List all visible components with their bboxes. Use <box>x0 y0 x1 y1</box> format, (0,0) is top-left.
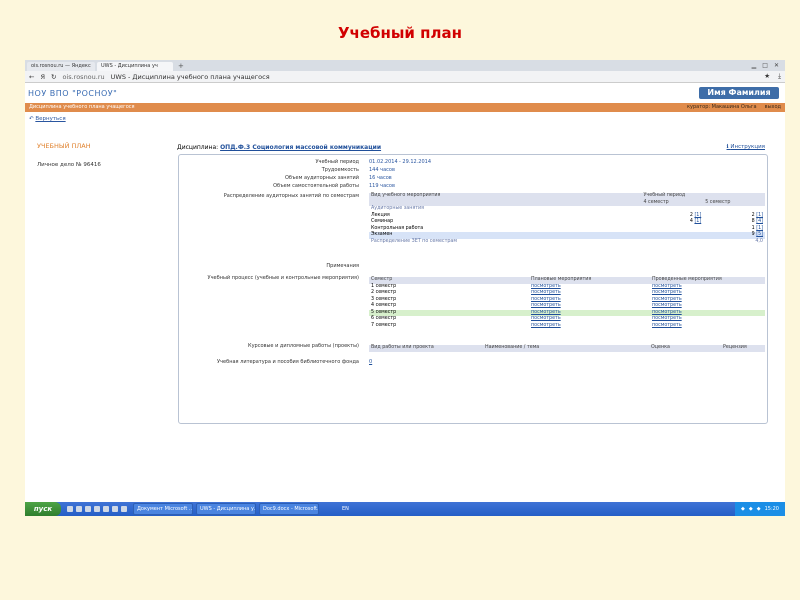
done-link[interactable]: посмотреть <box>652 303 682 308</box>
discipline-panel: Учебный период 01.02.2014 - 29.12.2014 Т… <box>178 154 768 424</box>
maximize-icon[interactable]: □ <box>762 60 768 71</box>
start-button[interactable]: пуск <box>25 502 61 516</box>
period-label: Учебный период <box>315 159 359 165</box>
language-indicator[interactable]: EN <box>342 506 349 512</box>
planned-link[interactable]: посмотреть <box>531 316 561 321</box>
context-title: Дисциплина учебного плана учащегося <box>29 104 135 110</box>
coursework-table: Вид работы или проекта Наименование / те… <box>369 345 765 352</box>
table-row: 7 семестр посмотреть посмотреть <box>371 322 682 328</box>
quicklaunch-icon[interactable] <box>94 506 100 512</box>
new-tab-button[interactable]: + <box>175 62 187 71</box>
browser-tab-yandex[interactable]: ois.rosnou.ru — Яндекс <box>27 62 95 71</box>
done-link[interactable]: посмотреть <box>652 290 682 295</box>
context-bar: Дисциплина учебного плана учащегося кура… <box>25 103 785 112</box>
done-link[interactable]: посмотреть <box>652 323 682 328</box>
taskbar-button-browser[interactable]: UWS - Дисциплина у... <box>196 503 256 515</box>
window-controls: ▁ □ ✕ <box>752 60 785 71</box>
planned-link[interactable]: посмотреть <box>531 290 561 295</box>
exit-link[interactable]: выход <box>765 103 781 112</box>
distribution-label: Распределение аудиторных занятий по семе… <box>223 193 359 199</box>
address-host: ois.rosnou.ru <box>62 72 105 81</box>
quicklaunch-icon[interactable] <box>76 506 82 512</box>
done-link[interactable]: посмотреть <box>652 316 682 321</box>
literature-label: Учебная литература и пособия библиотечно… <box>217 359 359 365</box>
planned-link[interactable]: посмотреть <box>531 323 561 328</box>
tray-icon[interactable]: ◆ <box>757 506 761 512</box>
back-link[interactable]: ↶ Вернуться <box>29 116 785 124</box>
class-hours-value: 16 часов <box>369 175 392 181</box>
address-title: UWS - Дисциплина учебного плана учащегос… <box>110 72 270 81</box>
coursework-label: Курсовые и дипломные работы (проекты) <box>248 343 359 349</box>
reload-icon[interactable]: ↻ <box>51 73 56 81</box>
system-tray: ◆ ◆ ◆ 15:20 <box>735 502 785 516</box>
distribution-table: Вид учебного мероприятия Учебный период … <box>369 193 765 245</box>
taskbar-button-word[interactable]: Документ Microsoft ... <box>133 503 193 515</box>
table-row: Распределение ЗЕТ по семестрам 4,0 <box>371 238 763 244</box>
slide-title: Учебный план <box>337 24 462 42</box>
site-title: НОУ ВПО "РОСНОУ" <box>28 89 118 98</box>
personal-file: Личное дело № 96416 <box>37 162 101 168</box>
notes-label: Примечания <box>326 263 359 269</box>
tray-icon[interactable]: ◆ <box>749 506 753 512</box>
period-start: 01.02.2014 <box>369 159 398 165</box>
site-header: НОУ ВПО "РОСНОУ" Имя Фамилия <box>25 83 785 103</box>
close-icon[interactable]: ✕ <box>774 60 779 71</box>
literature-link[interactable]: 0 <box>369 359 372 365</box>
table-header: Вид работы или проекта Наименование / те… <box>369 345 765 352</box>
clock: 15:20 <box>764 506 779 512</box>
planned-link[interactable]: посмотреть <box>531 284 561 289</box>
quicklaunch-icon[interactable] <box>67 506 73 512</box>
planned-link[interactable]: посмотреть <box>531 303 561 308</box>
star-icon[interactable]: ★ <box>764 72 770 81</box>
quick-launch <box>67 506 127 512</box>
address-bar[interactable]: ← Я ↻ ois.rosnou.ru UWS - Дисциплина уче… <box>25 71 785 83</box>
process-label: Учебный процесс (учебные и контрольные м… <box>207 275 359 281</box>
download-icon[interactable]: ⤓ <box>778 72 781 81</box>
back-arrow-icon: ↶ <box>29 116 34 122</box>
discipline-link[interactable]: ОПД.Ф.3 Социология массовой коммуникации <box>220 144 381 151</box>
minimize-icon[interactable]: ▁ <box>752 60 757 71</box>
tray-icon[interactable]: ◆ <box>741 506 745 512</box>
done-link[interactable]: посмотреть <box>652 284 682 289</box>
browser-tab-bar: ois.rosnou.ru — Яндекс UWS - Дисциплина … <box>25 60 785 71</box>
planned-link[interactable]: посмотреть <box>531 310 561 315</box>
labor-label: Трудоемкость <box>321 167 359 173</box>
process-table: Семестр Плановые мероприятия Проведенные… <box>369 277 765 329</box>
sidebar-plan-title[interactable]: УЧЕБНЫЙ ПЛАН <box>37 142 167 150</box>
quicklaunch-icon[interactable] <box>121 506 127 512</box>
quicklaunch-icon[interactable] <box>112 506 118 512</box>
back-arrow-icon[interactable]: ← <box>29 73 34 81</box>
browser-tab-uws[interactable]: UWS - Дисциплина уч <box>97 62 173 71</box>
planned-link[interactable]: посмотреть <box>531 297 561 302</box>
done-link[interactable]: посмотреть <box>652 297 682 302</box>
period-end: - 29.12.2014 <box>399 159 432 165</box>
self-work-value: 119 часов <box>369 183 395 189</box>
sidebar: УЧЕБНЫЙ ПЛАН Личное дело № 96416 <box>37 142 167 168</box>
done-link[interactable]: посмотреть <box>652 310 682 315</box>
browser-screenshot: ois.rosnou.ru — Яндекс UWS - Дисциплина … <box>25 60 785 516</box>
taskbar: пуск Документ Microsoft ... UWS - Дисцип… <box>25 502 785 516</box>
curator-label: куратор: Макашина Ольга <box>687 104 757 110</box>
user-name-button[interactable]: Имя Фамилия <box>699 87 779 99</box>
yandex-icon[interactable]: Я <box>40 73 45 81</box>
instruction-link[interactable]: ℹ Инструкция <box>727 144 765 150</box>
quicklaunch-icon[interactable] <box>103 506 109 512</box>
taskbar-button-doc9[interactable]: Doc9.docx - Microsoft... <box>259 503 319 515</box>
class-hours-label: Объем аудиторных занятий <box>284 175 359 181</box>
quicklaunch-icon[interactable] <box>85 506 91 512</box>
labor-value: 144 часов <box>369 167 395 173</box>
self-work-label: Объем самостоятельной работы <box>273 183 359 189</box>
discipline-header: Дисциплина: ОПД.Ф.3 Социология массовой … <box>177 144 765 153</box>
discipline-label: Дисциплина: <box>177 144 219 151</box>
